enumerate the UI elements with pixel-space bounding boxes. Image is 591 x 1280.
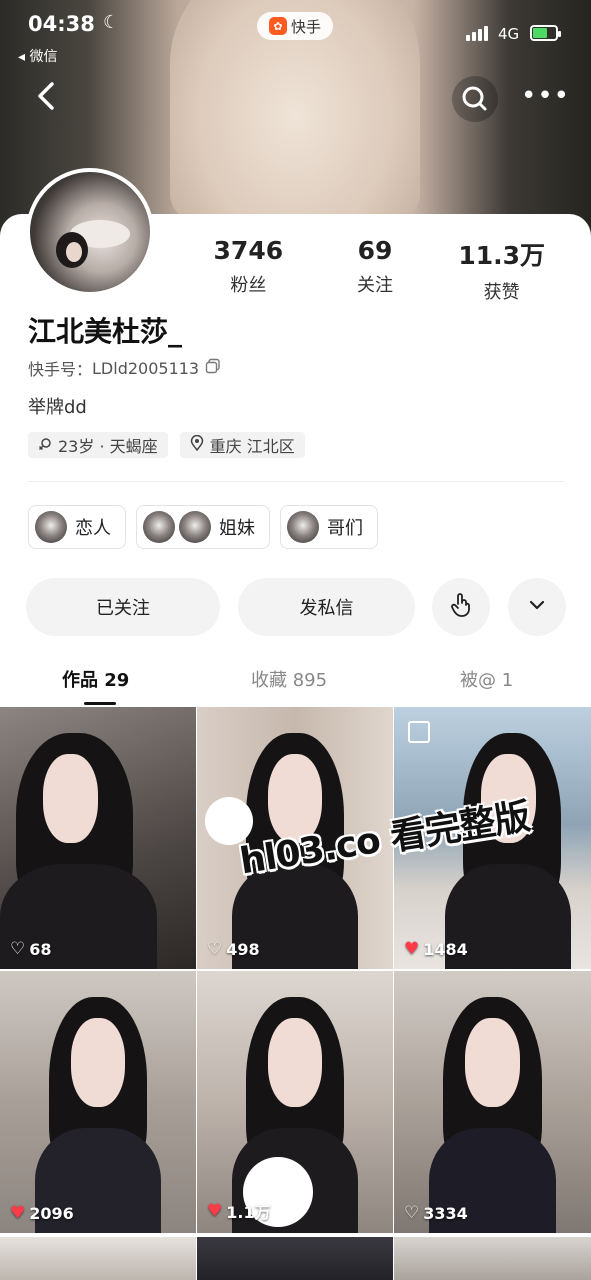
post-likes-count: 68 bbox=[29, 939, 52, 959]
stat-label: 关注 bbox=[357, 275, 393, 296]
stat-followers[interactable]: 3746 粉丝 bbox=[185, 236, 312, 304]
network-type: 4G bbox=[498, 25, 520, 43]
heart-outline-icon: ♡ bbox=[404, 1203, 420, 1223]
post-thumbnail[interactable]: ♡ 3334 bbox=[394, 971, 591, 1233]
post-likes-count: 1484 bbox=[423, 939, 468, 959]
post-image-detail bbox=[43, 754, 98, 844]
tab-favorites[interactable]: 收藏 895 bbox=[251, 666, 327, 692]
back-chevron-icon[interactable] bbox=[30, 78, 66, 114]
more-actions-button[interactable] bbox=[508, 578, 566, 636]
post-image-detail bbox=[267, 1018, 323, 1108]
relation-label: 姐妹 bbox=[219, 518, 255, 539]
content-tabs: 作品 29 收藏 895 被@ 1 bbox=[0, 660, 591, 706]
chevron-down-icon bbox=[527, 595, 547, 620]
app-indicator-pill: ✿ 快手 bbox=[257, 12, 333, 40]
heart-filled-icon: ♥ bbox=[207, 1201, 223, 1221]
post-likes-count: 498 bbox=[226, 939, 260, 959]
send-message-button[interactable]: 发私信 bbox=[238, 578, 415, 636]
post-thumbnail[interactable] bbox=[0, 1237, 196, 1280]
kuaishou-id-label: 快手号： bbox=[28, 360, 93, 379]
stat-value: 11.3万 bbox=[458, 241, 546, 270]
image-post-icon bbox=[408, 721, 430, 743]
location-tag: 重庆 江北区 bbox=[179, 432, 305, 458]
post-likes-count: 2096 bbox=[29, 1203, 74, 1223]
relation-label: 恋人 bbox=[75, 518, 111, 539]
post-likes-count: 1.1万 bbox=[226, 1203, 271, 1222]
relation-bros[interactable]: 哥们 bbox=[280, 505, 378, 549]
post-likes-count: 3334 bbox=[423, 1203, 468, 1223]
location-text: 重庆 江北区 bbox=[209, 437, 295, 456]
kuaishou-id-row: 快手号： LDld2005113 bbox=[28, 356, 221, 380]
stat-value: 3746 bbox=[213, 236, 284, 265]
post-thumbnail[interactable] bbox=[394, 1237, 591, 1280]
heart-filled-icon: ♥ bbox=[404, 939, 420, 959]
gender-female-icon bbox=[38, 436, 52, 455]
post-thumbnail[interactable]: ♡ 68 bbox=[0, 707, 196, 969]
divider bbox=[28, 481, 564, 482]
post-image-detail bbox=[70, 1018, 126, 1108]
search-icon[interactable] bbox=[452, 76, 498, 122]
poke-button[interactable] bbox=[432, 578, 490, 636]
relation-avatar bbox=[287, 511, 319, 543]
followed-button[interactable]: 已关注 bbox=[26, 578, 220, 636]
relation-lover[interactable]: 恋人 bbox=[28, 505, 126, 549]
profile-tags: 23岁 · 天蝎座 重庆 江北区 bbox=[28, 432, 305, 458]
age-zodiac-tag: 23岁 · 天蝎座 bbox=[28, 432, 168, 458]
active-tab-indicator bbox=[84, 702, 116, 705]
avatar[interactable] bbox=[26, 168, 154, 296]
age-zodiac-text: 23岁 · 天蝎座 bbox=[58, 437, 158, 456]
post-thumbnail[interactable] bbox=[197, 1237, 393, 1280]
moon-icon: ☾ bbox=[103, 12, 120, 33]
status-time: 04:38 bbox=[28, 12, 95, 36]
post-likes: ♥ 1484 bbox=[404, 939, 468, 959]
relation-avatar bbox=[35, 511, 67, 543]
kuaishou-id-value: LDld2005113 bbox=[92, 358, 200, 378]
post-likes: ♥ 2096 bbox=[10, 1203, 74, 1223]
tab-mentions[interactable]: 被@ 1 bbox=[460, 666, 513, 692]
relation-label: 哥们 bbox=[327, 518, 363, 539]
signal-icon bbox=[466, 26, 488, 41]
stat-following[interactable]: 69 关注 bbox=[312, 236, 439, 304]
back-to-app-link[interactable]: ◂ 微信 bbox=[18, 46, 57, 66]
app-pill-label: 快手 bbox=[290, 17, 321, 36]
copy-icon[interactable] bbox=[205, 358, 221, 378]
post-thumbnail[interactable]: ♥ 1.1万 bbox=[197, 971, 393, 1233]
stat-likes[interactable]: 11.3万 获赞 bbox=[438, 236, 565, 304]
post-likes: ♡ 3334 bbox=[404, 1203, 468, 1223]
post-likes: ♡ 68 bbox=[10, 939, 52, 959]
relation-sisters[interactable]: 姐妹 bbox=[136, 505, 270, 549]
stat-label: 获赞 bbox=[483, 282, 520, 303]
stat-value: 69 bbox=[357, 236, 393, 265]
action-buttons: 已关注 发私信 bbox=[26, 578, 566, 636]
location-pin-icon bbox=[190, 434, 204, 455]
tab-works[interactable]: 作品 29 bbox=[62, 666, 129, 692]
profile-name: 江北美杜莎_ bbox=[28, 315, 183, 348]
relation-avatar bbox=[143, 511, 175, 543]
heart-outline-icon: ♡ bbox=[207, 939, 223, 959]
relationship-row: 恋人 姐妹 哥们 bbox=[28, 505, 378, 549]
status-bar: 04:38 ☾ ◂ 微信 ✿ 快手 4G bbox=[0, 0, 591, 70]
post-grid-next-row bbox=[0, 1237, 591, 1280]
relation-avatar bbox=[179, 511, 211, 543]
kuaishou-logo-icon: ✿ bbox=[268, 17, 287, 35]
more-options-icon[interactable]: ••• bbox=[521, 76, 569, 122]
stat-label: 粉丝 bbox=[230, 275, 267, 296]
hand-tap-icon bbox=[449, 592, 473, 623]
post-thumbnail[interactable]: ♥ 2096 bbox=[0, 971, 196, 1233]
heart-filled-icon: ♥ bbox=[10, 1203, 26, 1223]
stats-row: 3746 粉丝 69 关注 11.3万 获赞 bbox=[185, 236, 565, 304]
post-likes: ♡ 498 bbox=[207, 939, 260, 959]
post-image-detail bbox=[464, 1018, 521, 1108]
post-likes: ♥ 1.1万 bbox=[207, 1199, 271, 1223]
heart-outline-icon: ♡ bbox=[10, 939, 26, 959]
profile-bio: 举牌dd bbox=[28, 397, 87, 418]
battery-icon bbox=[530, 25, 561, 41]
post-grid: ♡ 68 ♡ 498 ♥ 1484 ♥ 2096 ♥ 1.1万 ♡ 3334 bbox=[0, 707, 591, 1233]
